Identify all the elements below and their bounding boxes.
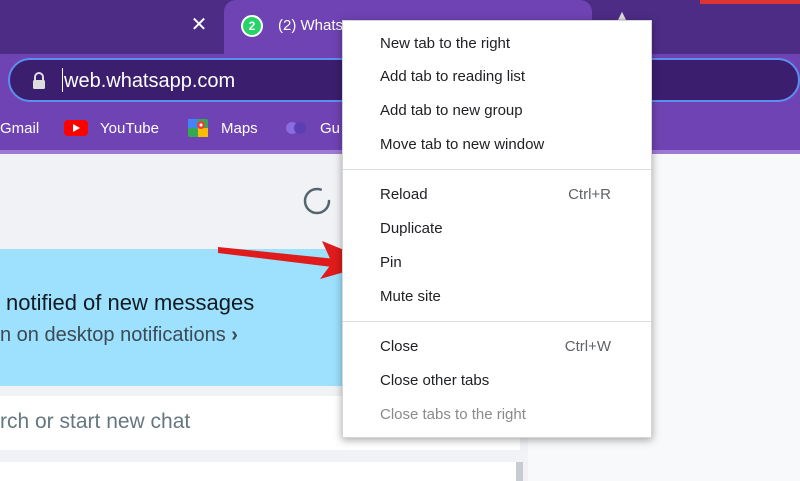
- banner-subtitle[interactable]: n on desktop notifications ›: [0, 324, 238, 347]
- bookmark-youtube[interactable]: YouTube: [100, 120, 159, 137]
- menu-item-new-tab-to-the-right[interactable]: New tab to the right: [343, 28, 651, 60]
- banner-subtitle-text: n on desktop notifications: [0, 324, 226, 346]
- menu-item-label: Close: [380, 338, 419, 355]
- menu-item-shortcut: Ctrl+W: [564, 338, 611, 355]
- menu-item-label: Mute site: [380, 288, 441, 305]
- text-caret: [62, 68, 63, 92]
- menu-item-add-tab-to-reading-list[interactable]: Add tab to reading list: [343, 61, 651, 93]
- menu-item-pin[interactable]: Pin: [343, 247, 651, 279]
- menu-item-add-tab-to-new-group[interactable]: Add tab to new group: [343, 95, 651, 127]
- menu-item-duplicate[interactable]: Duplicate: [343, 213, 651, 245]
- menu-item-label: Pin: [380, 254, 402, 271]
- tab-context-menu: New tab to the right Add tab to reading l…: [342, 20, 652, 438]
- chevron-right-icon: ›: [231, 324, 238, 346]
- bookmark-gmail[interactable]: Gmail: [0, 120, 39, 137]
- menu-item-reload[interactable]: Reload Ctrl+R: [343, 179, 651, 211]
- menu-item-label: Add tab to reading list: [380, 68, 526, 85]
- scrollbar[interactable]: [516, 462, 523, 481]
- maps-icon: [188, 119, 208, 137]
- bookmark-maps[interactable]: Maps: [221, 120, 258, 137]
- menu-separator: [343, 169, 651, 170]
- tab-title: (2) Whats: [278, 17, 344, 34]
- menu-item-label: Duplicate: [380, 220, 443, 237]
- menu-item-label: Close other tabs: [380, 372, 490, 389]
- close-tab-icon[interactable]: ✕: [184, 10, 214, 40]
- bookmark-gu[interactable]: Gu: [320, 120, 340, 137]
- menu-item-close[interactable]: Close Ctrl+W: [343, 331, 651, 363]
- menu-item-close-tabs-to-the-right[interactable]: Close tabs to the right: [343, 399, 651, 431]
- loading-spinner-icon: [303, 187, 331, 215]
- menu-item-move-tab-to-new-window[interactable]: Move tab to new window: [343, 129, 651, 161]
- chat-list: [0, 462, 520, 481]
- menu-item-label: Reload: [380, 186, 428, 203]
- menu-item-label: Close tabs to the right: [380, 406, 526, 423]
- lock-icon[interactable]: [32, 72, 46, 90]
- bookmark-icon: [286, 122, 306, 134]
- menu-separator: [343, 321, 651, 322]
- menu-item-close-other-tabs[interactable]: Close other tabs: [343, 365, 651, 397]
- menu-item-shortcut: Ctrl+R: [568, 186, 611, 203]
- menu-item-label: New tab to the right: [380, 35, 511, 52]
- menu-item-label: Add tab to new group: [380, 102, 523, 119]
- whatsapp-icon: 2: [241, 15, 263, 37]
- url-text[interactable]: web.whatsapp.com: [64, 70, 235, 93]
- menu-item-label: Move tab to new window: [380, 136, 545, 153]
- banner-title: notified of new messages: [6, 290, 255, 315]
- youtube-icon: [64, 120, 88, 136]
- window-accent: [700, 0, 800, 4]
- menu-item-mute-site[interactable]: Mute site: [343, 281, 651, 313]
- search-placeholder: rch or start new chat: [0, 410, 191, 433]
